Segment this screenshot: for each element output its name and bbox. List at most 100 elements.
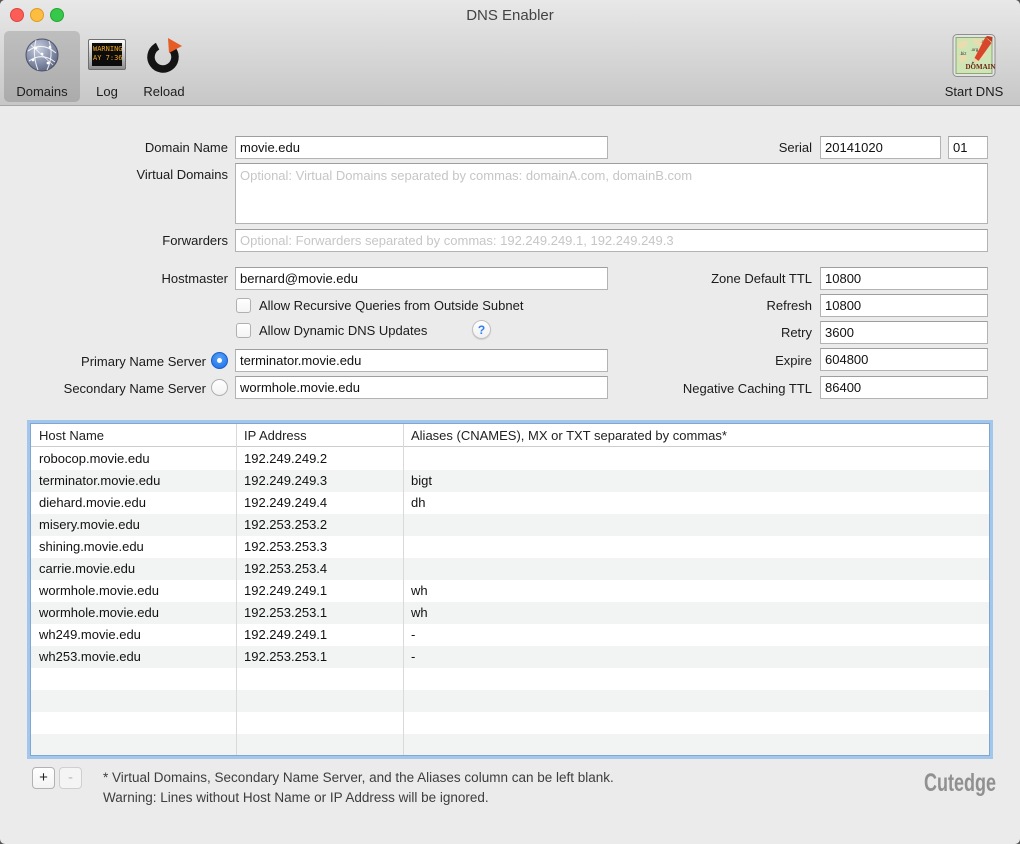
table-cell[interactable]: 192.253.253.2 xyxy=(236,514,403,536)
primary-ns-radio[interactable] xyxy=(211,352,228,369)
negative-caching-ttl-label: Negative Caching TTL xyxy=(640,381,812,396)
table-cell[interactable] xyxy=(403,690,989,712)
table-cell[interactable]: wh xyxy=(403,580,989,602)
table-cell[interactable] xyxy=(236,668,403,690)
refresh-input[interactable] xyxy=(820,294,988,317)
virtual-domains-textarea[interactable] xyxy=(235,163,988,224)
forwarders-input[interactable] xyxy=(235,229,988,252)
table-cell[interactable]: diehard.movie.edu xyxy=(31,492,236,514)
table-cell[interactable] xyxy=(403,536,989,558)
map-tld-org: .org xyxy=(971,47,979,52)
toolbar-reload-button[interactable]: Reload xyxy=(133,31,195,102)
table-cell[interactable]: wh249.movie.edu xyxy=(31,624,236,646)
column-divider[interactable] xyxy=(236,424,237,755)
table-row[interactable] xyxy=(31,690,989,712)
table-row[interactable]: diehard.movie.edu192.249.249.4dh xyxy=(31,492,989,514)
secondary-ns-label: Secondary Name Server xyxy=(0,381,206,396)
table-cell[interactable]: 192.253.253.1 xyxy=(236,602,403,624)
table-cell[interactable]: wh253.movie.edu xyxy=(31,646,236,668)
table-cell[interactable]: carrie.movie.edu xyxy=(31,558,236,580)
domain-name-label: Domain Name xyxy=(0,140,228,155)
table-row[interactable] xyxy=(31,712,989,734)
column-divider[interactable] xyxy=(403,424,404,755)
expire-input[interactable] xyxy=(820,348,988,371)
toolbar-log-button[interactable]: WARNING AY 7:36 P Log xyxy=(84,31,130,102)
table-cell[interactable]: wormhole.movie.edu xyxy=(31,580,236,602)
help-button[interactable]: ? xyxy=(472,320,491,339)
table-row[interactable]: carrie.movie.edu192.253.253.4 xyxy=(31,558,989,580)
zone-default-ttl-input[interactable] xyxy=(820,267,988,290)
table-cell[interactable]: 192.249.249.1 xyxy=(236,624,403,646)
table-cell[interactable]: 192.253.253.4 xyxy=(236,558,403,580)
add-row-button[interactable]: + xyxy=(32,767,55,789)
table-cell[interactable]: dh xyxy=(403,492,989,514)
column-header-ip-address[interactable]: IP Address xyxy=(236,424,403,447)
table-cell[interactable]: bigt xyxy=(403,470,989,492)
hostmaster-label: Hostmaster xyxy=(0,271,228,286)
table-row[interactable]: wh249.movie.edu192.249.249.1- xyxy=(31,624,989,646)
allow-recursive-checkbox[interactable] xyxy=(236,298,251,313)
table-cell[interactable] xyxy=(31,734,236,756)
table-row[interactable]: terminator.movie.edu192.249.249.3bigt xyxy=(31,470,989,492)
table-cell[interactable] xyxy=(403,734,989,756)
table-cell[interactable]: wormhole.movie.edu xyxy=(31,602,236,624)
table-cell[interactable]: 192.253.253.3 xyxy=(236,536,403,558)
table-cell[interactable]: 192.249.249.2 xyxy=(236,448,403,470)
table-row[interactable]: misery.movie.edu192.253.253.2 xyxy=(31,514,989,536)
hostmaster-input[interactable] xyxy=(235,267,608,290)
table-cell[interactable] xyxy=(403,448,989,470)
table-cell[interactable]: 192.253.253.1 xyxy=(236,646,403,668)
table-row[interactable]: robocop.movie.edu192.249.249.2 xyxy=(31,448,989,470)
table-cell[interactable] xyxy=(236,690,403,712)
table-row[interactable]: wormhole.movie.edu192.253.253.1wh xyxy=(31,602,989,624)
table-cell[interactable]: - xyxy=(403,646,989,668)
table-cell[interactable]: - xyxy=(403,624,989,646)
allow-dynamic-checkbox[interactable] xyxy=(236,323,251,338)
table-cell[interactable] xyxy=(31,690,236,712)
table-row[interactable] xyxy=(31,668,989,690)
window-title: DNS Enabler xyxy=(0,7,1020,24)
serial-suffix-input[interactable] xyxy=(948,136,988,159)
led-sign-icon: WARNING AY 7:36 P xyxy=(88,39,126,70)
secondary-ns-input[interactable] xyxy=(235,376,608,399)
column-header-host-name[interactable]: Host Name xyxy=(31,424,236,447)
table-cell[interactable]: terminator.movie.edu xyxy=(31,470,236,492)
table-cell[interactable] xyxy=(403,514,989,536)
toolbar-domains-button[interactable]: Domains xyxy=(4,31,80,102)
table-cell[interactable]: 192.249.249.3 xyxy=(236,470,403,492)
remove-row-button[interactable]: - xyxy=(59,767,82,789)
table-cell[interactable]: shining.movie.edu xyxy=(31,536,236,558)
table-cell[interactable] xyxy=(236,712,403,734)
table-cell[interactable] xyxy=(403,712,989,734)
reload-icon xyxy=(145,36,183,76)
table-row[interactable]: wh253.movie.edu192.253.253.1- xyxy=(31,646,989,668)
allow-dynamic-label: Allow Dynamic DNS Updates xyxy=(259,323,427,338)
serial-input[interactable] xyxy=(820,136,941,159)
retry-input[interactable] xyxy=(820,321,988,344)
host-table[interactable]: Host Name IP Address Aliases (CNAMES), M… xyxy=(30,423,990,756)
table-row[interactable]: shining.movie.edu192.253.253.3 xyxy=(31,536,989,558)
table-cell[interactable]: robocop.movie.edu xyxy=(31,448,236,470)
table-cell[interactable] xyxy=(403,668,989,690)
secondary-ns-radio[interactable] xyxy=(211,379,228,396)
domain-name-input[interactable] xyxy=(235,136,608,159)
table-cell[interactable]: 192.249.249.4 xyxy=(236,492,403,514)
primary-ns-input[interactable] xyxy=(235,349,608,372)
table-cell[interactable] xyxy=(236,734,403,756)
footnote: * Virtual Domains, Secondary Name Server… xyxy=(103,768,614,808)
host-table-header: Host Name IP Address Aliases (CNAMES), M… xyxy=(31,424,989,447)
column-header-aliases[interactable]: Aliases (CNAMES), MX or TXT separated by… xyxy=(403,424,989,447)
table-cell[interactable] xyxy=(31,668,236,690)
table-cell[interactable]: misery.movie.edu xyxy=(31,514,236,536)
table-row[interactable]: wormhole.movie.edu192.249.249.1wh xyxy=(31,580,989,602)
table-row[interactable] xyxy=(31,734,989,756)
table-cell[interactable]: wh xyxy=(403,602,989,624)
toolbar-start-dns-button[interactable]: .com .org .biz DOMAIN Start DNS xyxy=(938,31,1010,102)
negative-caching-ttl-input[interactable] xyxy=(820,376,988,399)
table-cell[interactable]: 192.249.249.1 xyxy=(236,580,403,602)
toolbar-log-label: Log xyxy=(84,84,130,99)
table-cell[interactable] xyxy=(31,712,236,734)
retry-label: Retry xyxy=(640,325,812,340)
toolbar-start-dns-label: Start DNS xyxy=(938,84,1010,99)
table-cell[interactable] xyxy=(403,558,989,580)
